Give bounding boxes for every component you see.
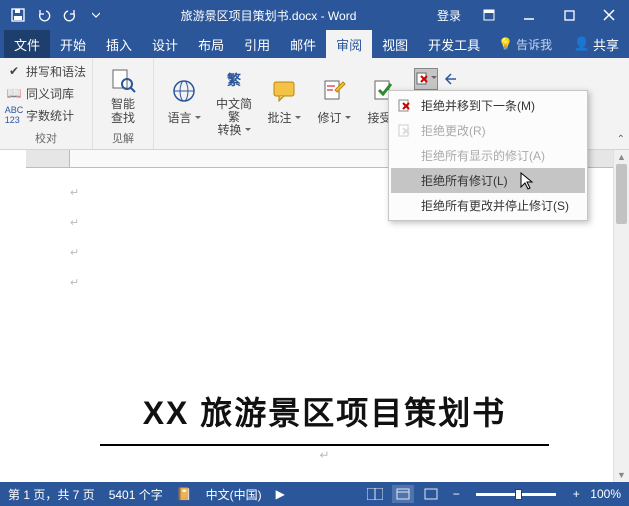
scroll-down-button[interactable]: ▼ <box>614 468 629 482</box>
status-spellcheck-icon[interactable]: 📔 <box>177 487 192 501</box>
tab-review[interactable]: 审阅 <box>326 30 372 58</box>
redo-button[interactable] <box>58 3 82 27</box>
tab-view[interactable]: 视图 <box>372 30 418 58</box>
tell-me[interactable]: 💡告诉我 <box>490 30 560 58</box>
track-icon <box>318 75 350 107</box>
language-button[interactable]: 语言 <box>160 71 208 130</box>
tab-file[interactable]: 文件 <box>4 30 50 58</box>
zoom-level[interactable]: 100% <box>590 487 621 501</box>
vertical-scrollbar[interactable]: ▲ ▼ <box>613 150 629 482</box>
collapse-ribbon-button[interactable]: ⌃ <box>617 134 625 145</box>
group-label-proofing: 校对 <box>35 129 57 149</box>
view-print-layout[interactable] <box>392 485 414 503</box>
scroll-thumb[interactable] <box>616 164 627 224</box>
document-title: 旅游景区项目策划书.docx - Word <box>108 7 429 24</box>
zoom-slider[interactable] <box>476 493 556 496</box>
thesaurus-icon: 📖 <box>6 85 22 101</box>
status-words[interactable]: 5401 个字 <box>109 486 163 503</box>
smart-lookup-button[interactable]: 智能 查找 <box>99 60 147 128</box>
wordcount-icon: ABC123 <box>6 107 22 123</box>
chinese-convert-button[interactable]: 繁中文简繁 转换 <box>210 60 258 142</box>
tab-mailings[interactable]: 邮件 <box>280 30 326 58</box>
view-read-mode[interactable] <box>364 485 386 503</box>
comment-icon <box>268 75 300 107</box>
thesaurus-button[interactable]: 📖同义词库 <box>6 82 74 104</box>
menu-reject-all-shown[interactable]: 拒绝所有显示的修订(A) <box>391 143 585 168</box>
paragraph-mark: ↵ <box>70 448 579 462</box>
minimize-button[interactable] <box>509 0 549 30</box>
reject-icon <box>397 123 413 139</box>
group-insights: 智能 查找 见解 <box>93 58 154 149</box>
title-bar: 旅游景区项目策划书.docx - Word 登录 <box>0 0 629 30</box>
status-page[interactable]: 第 1 页，共 7 页 <box>8 486 95 503</box>
tab-home[interactable]: 开始 <box>50 30 96 58</box>
status-bar: 第 1 页，共 7 页 5401 个字 📔 中文(中国) ▶ − + 100% <box>0 482 629 506</box>
status-lang[interactable]: 中文(中国) <box>206 486 262 503</box>
spelling-icon: ✔ <box>6 63 22 79</box>
undo-button[interactable] <box>32 3 56 27</box>
lookup-icon <box>107 64 139 96</box>
menu-reject-move-next[interactable]: 拒绝并移到下一条(M) <box>391 93 585 118</box>
spelling-button[interactable]: ✔拼写和语法 <box>6 60 86 82</box>
convert-icon: 繁 <box>218 64 250 96</box>
ribbon-tabs: 文件 开始 插入 设计 布局 引用 邮件 审阅 视图 开发工具 💡告诉我 👤共享 <box>0 30 629 58</box>
menu-reject-change[interactable]: 拒绝更改(R) <box>391 118 585 143</box>
share-button[interactable]: 👤共享 <box>564 30 629 58</box>
menu-reject-all-stop[interactable]: 拒绝所有更改并停止修订(S) <box>391 193 585 218</box>
reject-icon <box>397 98 413 114</box>
tab-references[interactable]: 引用 <box>234 30 280 58</box>
status-macro-icon[interactable]: ▶ <box>276 487 285 501</box>
tab-developer[interactable]: 开发工具 <box>418 30 490 58</box>
group-proofing: ✔拼写和语法 📖同义词库 ABC123字数统计 校对 <box>0 58 93 149</box>
maximize-button[interactable] <box>549 0 589 30</box>
group-label-insights: 见解 <box>112 129 134 149</box>
quick-access-toolbar <box>0 3 108 27</box>
save-button[interactable] <box>6 3 30 27</box>
mouse-cursor <box>520 172 536 192</box>
comments-button[interactable]: 批注 <box>260 71 308 130</box>
qat-customize-button[interactable] <box>84 3 108 27</box>
document-heading: XX 旅游景区项目策划书 <box>70 388 579 434</box>
share-icon: 👤 <box>574 36 590 52</box>
language-icon <box>168 75 200 107</box>
wordcount-button[interactable]: ABC123字数统计 <box>6 104 74 126</box>
reject-dropdown-menu: 拒绝并移到下一条(M) 拒绝更改(R) 拒绝所有显示的修订(A) 拒绝所有修订(… <box>388 90 588 221</box>
tab-layout[interactable]: 布局 <box>188 30 234 58</box>
login-button[interactable]: 登录 <box>429 0 469 30</box>
reject-button[interactable] <box>414 68 438 90</box>
ribbon-display-options[interactable] <box>469 0 509 30</box>
menu-reject-all[interactable]: 拒绝所有修订(L) <box>391 168 585 193</box>
close-button[interactable] <box>589 0 629 30</box>
paragraph-mark: ↵ <box>70 238 579 268</box>
zoom-in-button[interactable]: + <box>568 487 584 501</box>
horizontal-rule <box>100 444 549 446</box>
tab-insert[interactable]: 插入 <box>96 30 142 58</box>
zoom-out-button[interactable]: − <box>448 487 464 501</box>
paragraph-mark: ↵ <box>70 268 579 298</box>
tab-design[interactable]: 设计 <box>142 30 188 58</box>
track-changes-button[interactable]: 修订 <box>310 71 358 130</box>
scroll-up-button[interactable]: ▲ <box>614 150 629 164</box>
previous-change-button[interactable] <box>439 68 463 90</box>
view-web-layout[interactable] <box>420 485 442 503</box>
window-controls: 登录 <box>429 0 629 30</box>
lightbulb-icon: 💡 <box>498 37 513 51</box>
